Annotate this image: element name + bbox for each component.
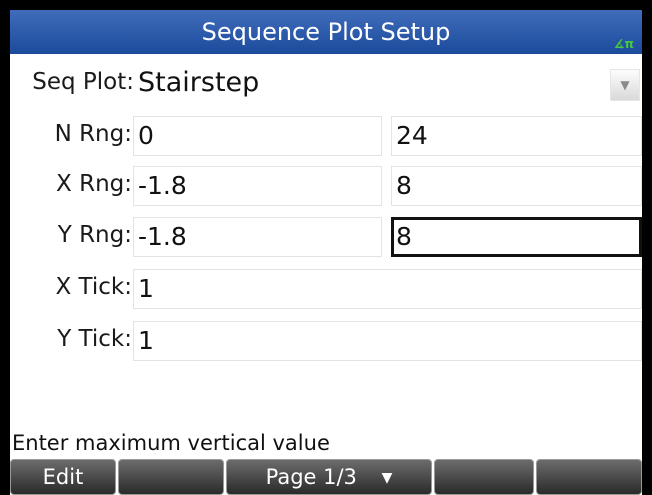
seq-plot-value: Stairstep — [138, 67, 260, 98]
n-rng-min-field[interactable]: 0 — [133, 116, 382, 156]
y-rng-row: Y Rng: -1.8 8 — [10, 214, 642, 260]
seq-plot-label: Seq Plot: — [32, 69, 134, 95]
x-tick-label: X Tick: — [55, 274, 132, 300]
edit-softkey-label: Edit — [42, 465, 84, 489]
x-tick-field[interactable]: 1 — [133, 269, 642, 309]
y-tick-label: Y Tick: — [57, 326, 132, 352]
x-rng-min-field[interactable]: -1.8 — [133, 166, 382, 206]
y-tick-row: Y Tick: 1 — [10, 318, 642, 364]
y-tick-field[interactable]: 1 — [133, 321, 642, 361]
softkey-bar: Edit Page 1/3 ▼ — [10, 459, 642, 495]
seq-plot-select[interactable]: Stairstep ▼ — [134, 64, 642, 104]
x-tick-row: X Tick: 1 — [10, 266, 642, 312]
status-message: Enter maximum vertical value — [12, 431, 330, 455]
x-rng-row: X Rng: -1.8 8 — [10, 163, 642, 209]
n-rng-max-field[interactable]: 24 — [391, 116, 642, 156]
angle-mode-icon: ∡π — [613, 37, 634, 51]
page-title: Sequence Plot Setup — [201, 18, 451, 46]
x-rng-max-field[interactable]: 8 — [391, 166, 642, 206]
x-rng-label: X Rng: — [56, 171, 132, 197]
page-softkey-label: Page 1/3 — [265, 465, 357, 489]
seq-plot-row: Seq Plot: Stairstep ▼ — [10, 61, 642, 107]
y-rng-min-field[interactable]: -1.8 — [133, 217, 382, 257]
softkey-5[interactable] — [434, 459, 534, 495]
n-rng-label: N Rng: — [54, 121, 132, 147]
y-rng-max-field[interactable]: 8 — [391, 217, 642, 257]
y-rng-label: Y Rng: — [57, 222, 132, 248]
softkey-2[interactable] — [118, 459, 224, 495]
title-bar: Sequence Plot Setup ∡π — [10, 10, 642, 54]
softkey-6[interactable] — [536, 459, 642, 495]
chevron-down-icon[interactable]: ▼ — [610, 69, 640, 101]
page-softkey[interactable]: Page 1/3 ▼ — [226, 459, 432, 495]
menu-marker-icon: ▼ — [381, 470, 393, 486]
sequence-plot-setup-screen: Sequence Plot Setup ∡π Seq Plot: Stairst… — [10, 10, 642, 495]
n-rng-row: N Rng: 0 24 — [10, 113, 642, 159]
edit-softkey[interactable]: Edit — [10, 459, 116, 495]
